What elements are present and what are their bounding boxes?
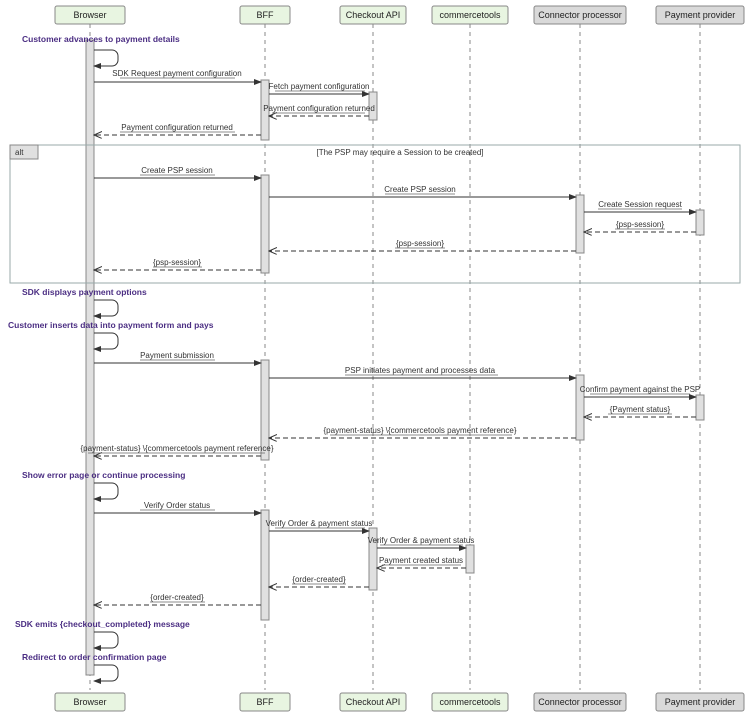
participant-connector: Connector processor <box>534 6 626 24</box>
note-sdk-emits: SDK emits {checkout_completed} message <box>15 619 190 629</box>
participant-commercetools-bottom: commercetools <box>432 693 508 711</box>
alt-fragment <box>10 145 740 283</box>
svg-text:Browser: Browser <box>73 697 106 707</box>
msg-config-returned-1: Payment configuration returned <box>263 104 375 113</box>
svg-text:Checkout API: Checkout API <box>346 697 401 707</box>
participant-bff-bottom: BFF <box>240 693 290 711</box>
note-error-or-continue: Show error page or continue processing <box>22 470 185 480</box>
alt-label: alt <box>15 148 24 157</box>
sequence-diagram: Browser BFF Checkout API commercetools C… <box>0 0 754 717</box>
participant-commercetools: commercetools <box>432 6 508 24</box>
participant-psp: Payment provider <box>656 6 744 24</box>
svg-text:Connector processor: Connector processor <box>538 10 622 20</box>
svg-text:Checkout API: Checkout API <box>346 10 401 20</box>
msg-create-psp-1: Create PSP session <box>141 166 212 175</box>
msg-payment-status-3: {payment-status} \{commercetools payment… <box>81 444 274 453</box>
msg-psp-session-3: {psp-session} <box>153 258 201 267</box>
msg-config-returned-2: Payment configuration returned <box>121 123 233 132</box>
msg-psp-session-1: {psp-session} <box>616 220 664 229</box>
msg-create-psp-2: Create PSP session <box>384 185 455 194</box>
msg-create-session-req: Create Session request <box>598 200 682 209</box>
participant-bff: BFF <box>240 6 290 24</box>
msg-verify-order-1: Verify Order status <box>144 501 210 510</box>
msg-request-config: SDK Request payment configuration <box>112 69 241 78</box>
msg-order-created-1: {order-created} <box>292 575 346 584</box>
msg-payment-created: Payment created status <box>379 556 463 565</box>
svg-text:commercetools: commercetools <box>439 10 501 20</box>
participant-checkout-api-bottom: Checkout API <box>340 693 406 711</box>
note-display-options: SDK displays payment options <box>22 287 147 297</box>
svg-text:Payment provider: Payment provider <box>665 697 736 707</box>
svg-text:Browser: Browser <box>73 10 106 20</box>
msg-payment-status-1: {Payment status} <box>610 405 671 414</box>
participant-psp-bottom: Payment provider <box>656 693 744 711</box>
msg-verify-order-2: Verify Order & payment status <box>266 519 373 528</box>
msg-payment-status-2: {payment-status} \{commercetools payment… <box>324 426 517 435</box>
participant-browser-bottom: Browser <box>55 693 125 711</box>
svg-text:BFF: BFF <box>257 697 275 707</box>
msg-order-created-2: {order-created} <box>150 593 204 602</box>
alt-condition: [The PSP may require a Session to be cre… <box>316 148 483 157</box>
msg-psp-initiates: PSP initiates payment and processes data <box>345 366 496 375</box>
svg-text:commercetools: commercetools <box>439 697 501 707</box>
svg-text:Connector processor: Connector processor <box>538 697 622 707</box>
msg-verify-order-3: Verify Order & payment status <box>368 536 475 545</box>
note-customer-advances: Customer advances to payment details <box>22 34 180 44</box>
msg-fetch-config: Fetch payment configuration <box>269 82 370 91</box>
participant-browser: Browser <box>55 6 125 24</box>
svg-text:BFF: BFF <box>257 10 275 20</box>
msg-psp-session-2: {psp-session} <box>396 239 444 248</box>
svg-text:Payment provider: Payment provider <box>665 10 736 20</box>
participant-checkout-api: Checkout API <box>340 6 406 24</box>
note-customer-inserts: Customer inserts data into payment form … <box>8 320 214 330</box>
note-redirect: Redirect to order confirmation page <box>22 652 167 662</box>
msg-payment-submission: Payment submission <box>140 351 214 360</box>
msg-confirm-payment: Confirm payment against the PSP <box>580 385 701 394</box>
participant-connector-bottom: Connector processor <box>534 693 626 711</box>
